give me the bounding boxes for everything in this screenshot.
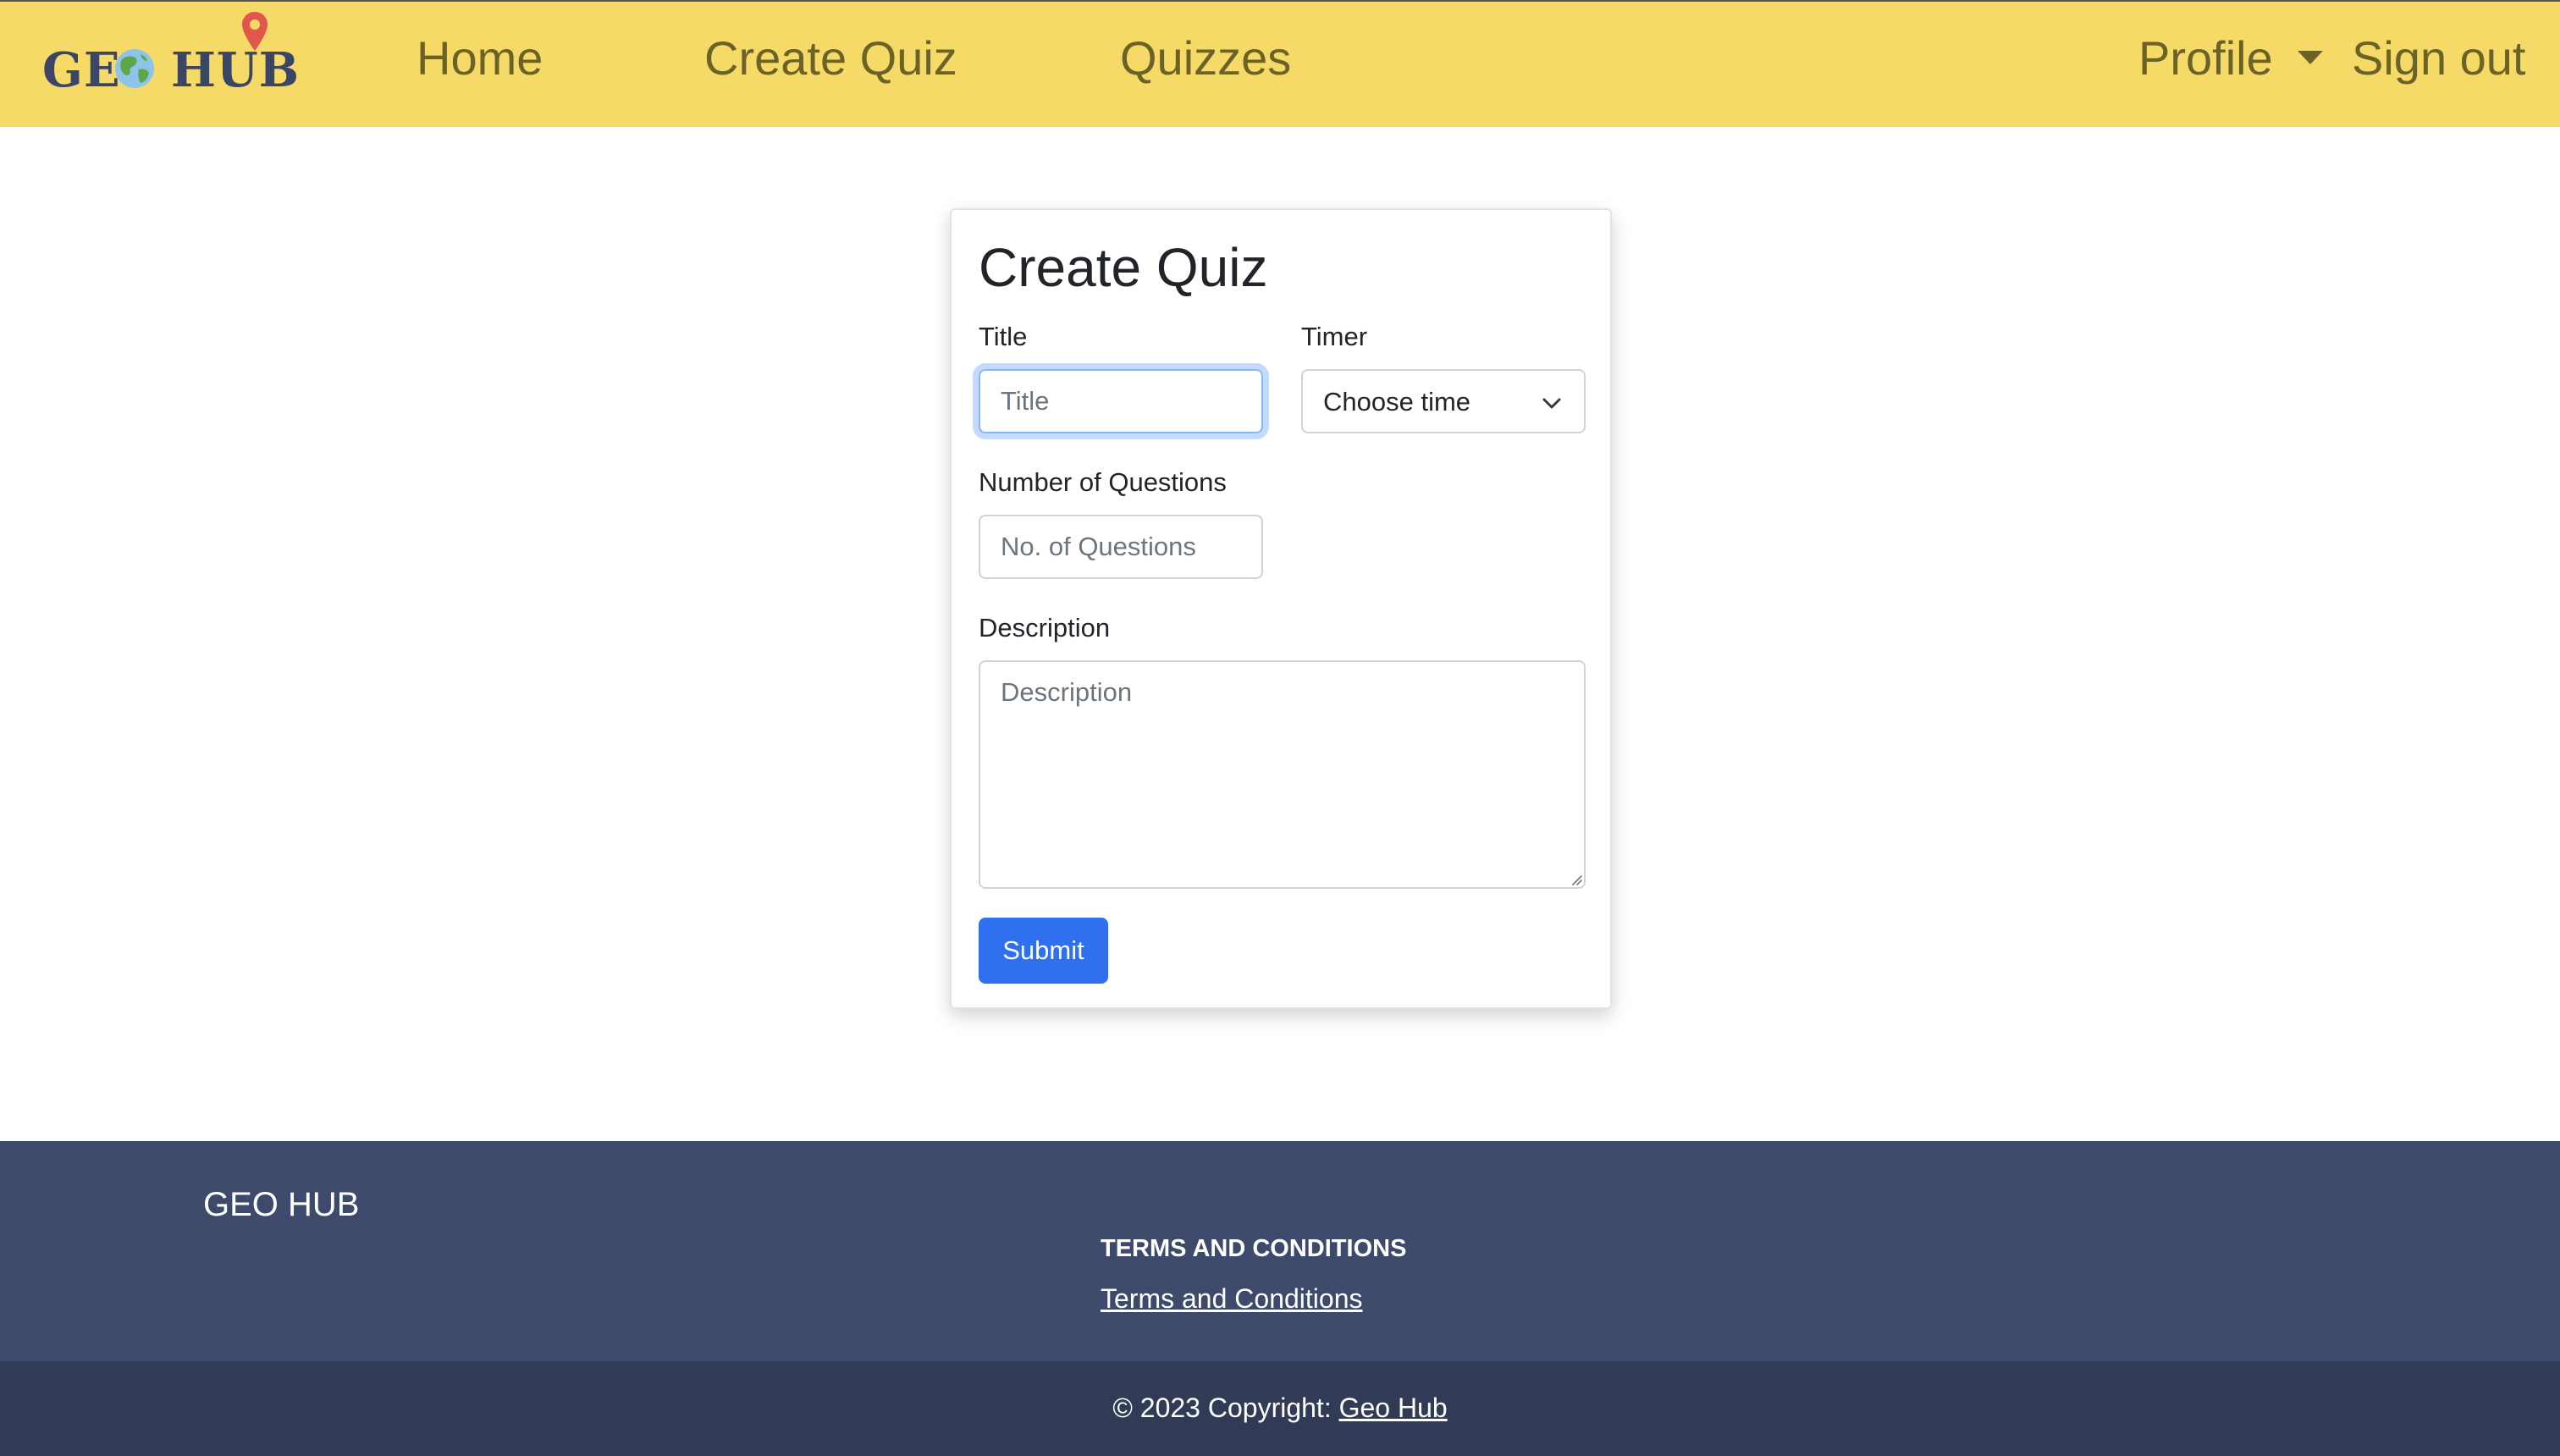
description-textarea[interactable] xyxy=(979,660,1586,889)
description-label: Description xyxy=(979,613,1111,643)
footer-brand: GEO HUB xyxy=(203,1186,360,1223)
terms-and-conditions-link[interactable]: Terms and Conditions xyxy=(1101,1282,1362,1315)
title-label: Title xyxy=(979,322,1028,351)
sign-out-link[interactable]: Sign out xyxy=(2352,29,2526,88)
resize-handle-icon[interactable] xyxy=(1570,874,1582,890)
navbar: GE HUB Home Create Quiz Quizzes Profile … xyxy=(0,0,2560,127)
timer-label: Timer xyxy=(1301,322,1368,351)
profile-dropdown-toggle[interactable]: Profile xyxy=(2138,29,2273,88)
nav-quizzes-link[interactable]: Quizzes xyxy=(1120,29,1291,88)
logo-text-hub: HUB xyxy=(171,42,301,98)
number-of-questions-input[interactable] xyxy=(979,515,1263,579)
map-pin-icon xyxy=(240,10,269,57)
logo-text-ge: GE xyxy=(42,42,121,98)
geo-hub-copyright-link[interactable]: Geo Hub xyxy=(1339,1393,1448,1423)
title-input[interactable] xyxy=(979,369,1263,433)
submit-button[interactable]: Submit xyxy=(979,918,1108,984)
footer-terms-heading: TERMS AND CONDITIONS xyxy=(1101,1235,1407,1262)
nav-home-link[interactable]: Home xyxy=(417,29,543,88)
copyright-prefix: © 2023 Copyright: xyxy=(1112,1393,1339,1423)
timer-selected-value: Choose time xyxy=(1323,387,1471,416)
geo-hub-logo[interactable]: GE HUB xyxy=(42,10,299,103)
caret-down-icon[interactable] xyxy=(2298,51,2323,64)
number-of-questions-label: Number of Questions xyxy=(979,467,1227,497)
nav-create-quiz-link[interactable]: Create Quiz xyxy=(704,29,957,88)
create-quiz-card: Create Quiz Title Timer Choose time Numb… xyxy=(950,208,1612,1009)
footer: GEO HUB TERMS AND CONDITIONS Terms and C… xyxy=(0,1141,2560,1361)
page-title: Create Quiz xyxy=(979,237,1268,298)
timer-select[interactable]: Choose time xyxy=(1301,369,1586,433)
globe-icon xyxy=(113,47,156,94)
copyright-bar: © 2023 Copyright: Geo Hub xyxy=(0,1361,2560,1456)
chevron-down-icon xyxy=(1542,393,1562,417)
copyright-text: © 2023 Copyright: Geo Hub xyxy=(0,1390,2560,1426)
